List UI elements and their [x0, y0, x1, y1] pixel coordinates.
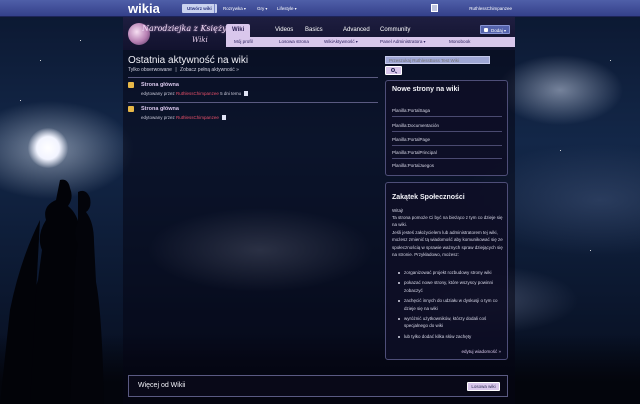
diff-icon[interactable]: [222, 115, 227, 121]
feed-item-meta: edytowany przez RuthlessChimpanzee 5 dni…: [141, 91, 249, 97]
star: [590, 250, 591, 251]
wordmark-subtitle: Wiki: [192, 36, 208, 44]
more-from-wikia-box: Więcej od Wikii Losowa wiki: [128, 375, 508, 397]
activity-feed-item: Strona główna edytowany przez RuthlessCh…: [128, 82, 378, 98]
wikia-logo[interactable]: wikia: [128, 1, 160, 16]
feed-item-title[interactable]: Strona główna: [141, 82, 179, 88]
subnav-random-page[interactable]: Losowa strona: [279, 37, 309, 47]
subnav-wiki-activity[interactable]: WikiAktywność: [324, 37, 358, 47]
more-from-wikia-title: Więcej od Wikii: [138, 382, 186, 389]
feed-time: 5 dni temu: [220, 91, 242, 96]
filter-separator: |: [175, 67, 177, 73]
list-item: zorganizować projekt rozbudowy strony wi…: [396, 269, 504, 276]
list-item: wyróżnić użytkowników, którzy dodali coś…: [396, 315, 504, 330]
new-page-link[interactable]: Planilla:PortalSaga: [392, 108, 502, 117]
new-pages-title: Nowe strony na wiki: [392, 86, 460, 93]
couple-silhouette: [0, 179, 104, 404]
community-corner-module: Zakątek Społeczności Witaj! Ta strona po…: [385, 182, 508, 360]
tab-advanced[interactable]: Advanced: [337, 24, 376, 37]
wiki-wordmark[interactable]: Narodziejka z Księżyca Wiki: [128, 21, 236, 47]
user-menu[interactable]: RuthlessChimpanzee: [469, 4, 512, 13]
community-suggestions-list: zorganizować projekt rozbudowy strony wi…: [396, 269, 504, 343]
subnav-monobook[interactable]: Monobook: [449, 37, 470, 47]
feed-user-link[interactable]: RuthlessChimpanzee: [176, 91, 219, 96]
feed-meta-prefix: edytowany przez: [141, 91, 175, 96]
start-wiki-button[interactable]: Utwórz wiki: [182, 4, 217, 13]
chevron-down-icon[interactable]: ▾: [504, 26, 506, 35]
star: [80, 40, 81, 41]
edit-icon: [128, 106, 134, 112]
create-page-button[interactable]: Dodaj ▾: [480, 25, 510, 34]
star: [610, 60, 611, 61]
see-full-activity-link[interactable]: Zobacz pełną aktywność: [180, 67, 235, 73]
subnav-admin-dashboard[interactable]: Panel Administratora: [380, 37, 426, 47]
activity-feed-item: Strona główna edytowany przez RuthlessCh…: [128, 106, 378, 122]
divider: [128, 102, 378, 103]
subnav-my-profile[interactable]: Mój profil: [234, 37, 253, 47]
community-admin-note: Jeśli jesteś założycielem lub administra…: [392, 230, 503, 258]
create-page-label: Dodaj: [491, 28, 503, 33]
star: [560, 150, 561, 151]
hub-menu-games[interactable]: Gry: [252, 4, 272, 13]
global-navigation-bar: wikia Utwórz wiki Rozrywka Gry Lifestyle…: [0, 0, 640, 17]
feed-meta-prefix: edytowany przez: [141, 115, 175, 120]
list-item: lub tylko dodać kilka słów zachęty: [396, 333, 504, 340]
new-page-link[interactable]: Planilla:PortalPrincipal: [392, 150, 502, 159]
hub-menu-entertainment[interactable]: Rozrywka: [218, 4, 251, 13]
tab-community[interactable]: Community: [374, 24, 416, 37]
diff-icon[interactable]: [244, 91, 249, 97]
community-intro: Ta strona pomoże Ci być na bieżąco z tym…: [392, 215, 503, 228]
tab-videos[interactable]: Videos: [269, 24, 299, 37]
tab-wiki[interactable]: Wiki: [226, 24, 251, 37]
new-page-link[interactable]: Planilla:PortalJuegos: [392, 163, 502, 171]
chevron-right-icon: »: [236, 67, 239, 73]
page-icon: [484, 28, 488, 32]
divider: [128, 77, 378, 78]
edit-message-link[interactable]: edytuj wiadomość »: [461, 349, 501, 354]
activity-filters: Tylko obserwowane | Zobacz pełną aktywno…: [128, 67, 239, 73]
feed-item-title[interactable]: Strona główna: [141, 106, 179, 112]
random-wiki-button[interactable]: Losowa wiki: [467, 382, 500, 391]
hub-menu-lifestyle[interactable]: Lifestyle: [272, 4, 302, 13]
search-input[interactable]: [385, 56, 490, 64]
community-corner-title: Zakątek Społeczności: [392, 194, 465, 201]
list-item: zachęcić innych do udziału w dyskusji o …: [396, 297, 504, 312]
feed-user-link[interactable]: RuthlessChimpanzee: [176, 115, 219, 120]
search-button[interactable]: [385, 66, 402, 75]
new-page-link[interactable]: Planilla:PortalPage: [392, 137, 502, 146]
watched-only-link[interactable]: Tylko obserwowane: [128, 67, 172, 73]
wiki-header: Narodziejka z Księżyca Wiki Wiki Videos …: [123, 17, 515, 50]
edit-icon: [128, 82, 134, 88]
divider: [214, 4, 215, 13]
page-title: Ostatnia aktywność na wiki: [128, 55, 249, 66]
wordmark-title: Narodziejka z Księżyca: [142, 24, 236, 33]
list-item: pokazać nowe strony, które wszyscy powin…: [396, 279, 504, 294]
star: [40, 60, 41, 61]
new-pages-module: Nowe strony na wiki Planilla:PortalSaga …: [385, 80, 508, 176]
search-icon: [391, 68, 395, 72]
tab-basics[interactable]: Basics: [299, 24, 329, 37]
star: [20, 100, 21, 101]
wiki-subnav: Mój profil Losowa strona WikiAktywność P…: [226, 37, 515, 47]
feed-item-meta: edytowany przez RuthlessChimpanzee: [141, 115, 227, 121]
new-page-link[interactable]: Planilla:Documentación: [392, 123, 502, 132]
user-avatar[interactable]: [431, 4, 438, 12]
